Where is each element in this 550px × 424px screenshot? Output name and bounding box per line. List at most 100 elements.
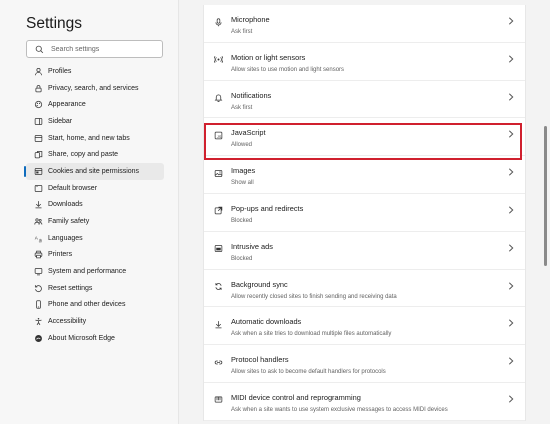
permission-row-motion-or-light-sensors[interactable]: Motion or light sensors Allow sites to us…	[204, 43, 525, 81]
sidebar-item-sidebar[interactable]: Sidebar	[26, 113, 164, 130]
sidebar-item-default-browser[interactable]: Default browser	[26, 180, 164, 197]
family-icon	[32, 216, 44, 228]
chevron-right-icon[interactable]	[507, 129, 515, 139]
chevron-right-icon[interactable]	[507, 205, 515, 215]
sidebar-item-cookies-and-site-permissions[interactable]: Cookies and site permissions	[24, 163, 164, 180]
sidebar-item-reset-settings[interactable]: Reset settings	[26, 280, 164, 297]
permission-title: Intrusive ads	[231, 241, 273, 251]
sidebar-item-appearance[interactable]: Appearance	[26, 96, 164, 113]
sync-icon	[212, 281, 224, 293]
javascript-icon: JS	[212, 129, 224, 141]
permission-row-automatic-downloads[interactable]: Automatic downloads Ask when a site tries…	[204, 307, 525, 346]
cookies-icon	[32, 165, 44, 177]
appearance-icon	[32, 99, 44, 111]
permission-title: Images	[231, 166, 256, 176]
sidebar-item-label: Appearance	[48, 101, 86, 109]
search-input[interactable]	[51, 45, 161, 53]
search-box[interactable]	[26, 40, 163, 58]
chevron-right-icon[interactable]	[507, 54, 515, 64]
permission-status: Ask when a site wants to use system excl…	[231, 406, 448, 413]
scrollbar-thumb[interactable]	[544, 126, 547, 266]
permission-title: Microphone	[231, 15, 270, 24]
browser-icon	[32, 182, 44, 194]
sidebar-item-label: Start, home, and new tabs	[48, 134, 130, 142]
permission-row-midi-device-control-and-reprogramming[interactable]: MIDI device control and reprogramming Ask…	[204, 383, 525, 421]
permission-status: Ask when a site tries to download multip…	[231, 331, 392, 338]
permission-status: Allow sites to ask to become default han…	[231, 369, 386, 376]
chevron-right-icon[interactable]	[507, 16, 515, 26]
chevron-right-icon[interactable]	[507, 318, 515, 328]
chevron-right-icon[interactable]	[507, 281, 515, 291]
permission-row-notifications[interactable]: Notifications Ask first	[204, 81, 525, 119]
sidebar-item-languages[interactable]: A あ Languages	[26, 230, 164, 247]
permission-row-intrusive-ads[interactable]: Intrusive ads Blocked	[204, 232, 525, 270]
permission-title: Notifications	[231, 90, 272, 100]
svg-text:A: A	[34, 235, 37, 240]
permission-status: Allow recently closed sites to finish se…	[231, 293, 397, 300]
sidebar-divider	[178, 0, 179, 424]
reset-icon	[32, 282, 44, 294]
permission-title: Protocol handlers	[231, 355, 289, 365]
permission-status: Allowed	[231, 142, 253, 149]
languages-icon: Aあ	[32, 232, 44, 244]
permission-row-images[interactable]: Images Show all	[204, 156, 525, 194]
svg-text:あ: あ	[38, 238, 42, 243]
chevron-right-icon[interactable]	[507, 92, 515, 102]
chevron-right-icon[interactable]	[507, 394, 515, 404]
sidebar-item-label: Accessibility	[48, 318, 87, 326]
search-icon	[33, 43, 45, 55]
sidebar-item-label: Family safety	[48, 218, 90, 226]
printer-icon	[32, 249, 44, 261]
sidebar-item-about-microsoft-edge[interactable]: About Microsoft Edge	[26, 330, 164, 347]
sidebar-item-accessibility[interactable]: Accessibility	[26, 313, 164, 330]
edge-icon	[32, 332, 44, 344]
sidebar-item-label: Reset settings	[48, 284, 93, 292]
chevron-right-icon[interactable]	[507, 356, 515, 366]
settings-sidebar: Settings Profiles Privacy, search, and se…	[0, 0, 178, 424]
permission-status: Ask first	[231, 29, 253, 35]
sidebar-item-label: System and performance	[48, 268, 127, 276]
permission-title: Pop-ups and redirects	[231, 203, 304, 213]
sidebar-item-label: Languages	[48, 234, 83, 242]
sidebar-item-system-and-performance[interactable]: System and performance	[26, 263, 164, 280]
permission-row-pop-ups-and-redirects[interactable]: Pop-ups and redirects Blocked	[204, 194, 525, 232]
link-icon	[212, 356, 224, 368]
sidebar-item-label: Downloads	[48, 201, 83, 209]
sidebar-item-label: Printers	[48, 251, 73, 259]
permission-title: Background sync	[231, 279, 288, 289]
sidebar-item-start-home-and-new-tabs[interactable]: Start, home, and new tabs	[26, 130, 164, 147]
sidebar-item-share-copy-and-paste[interactable]: Share, copy and paste	[26, 146, 164, 163]
permission-row-background-sync[interactable]: Background sync Allow recently closed sit…	[204, 270, 525, 308]
sidebar-item-label: Cookies and site permissions	[48, 167, 140, 175]
download-icon	[32, 199, 44, 211]
permission-status: Allow sites to use motion and light sens…	[231, 66, 345, 73]
scrollbar[interactable]	[541, 0, 550, 424]
sidebar-item-phone-and-other-devices[interactable]: Phone and other devices	[26, 297, 164, 314]
sidebar-item-printers[interactable]: Printers	[26, 247, 164, 264]
sidebar-item-profiles[interactable]: Profiles	[26, 63, 164, 80]
share-icon	[32, 149, 44, 161]
chevron-right-icon[interactable]	[507, 167, 515, 177]
accessibility-icon	[32, 316, 44, 328]
sidebar-item-privacy-search-and-services[interactable]: Privacy, search, and services	[26, 80, 164, 97]
permission-status: Show all	[231, 180, 254, 187]
lock-icon	[32, 82, 44, 94]
chevron-right-icon[interactable]	[507, 243, 515, 253]
permission-status: Blocked	[231, 255, 253, 262]
permissions-list: Microphone Ask first Motion or light senso…	[203, 0, 526, 424]
permission-title: Automatic downloads	[231, 317, 302, 327]
svg-text:JS: JS	[217, 135, 222, 139]
home-icon	[32, 132, 44, 144]
sidebar-item-family-safety[interactable]: Family safety	[26, 213, 164, 230]
sidebar-item-downloads[interactable]: Downloads	[26, 197, 164, 214]
sidebar-item-label: Privacy, search, and services	[48, 84, 139, 92]
sidebar-item-label: Share, copy and paste	[48, 151, 119, 159]
page-title: Settings	[26, 15, 83, 32]
permission-row-protocol-handlers[interactable]: Protocol handlers Allow sites to ask to b…	[204, 345, 525, 383]
sensor-icon	[212, 54, 224, 66]
permission-row-javascript[interactable]: JS JavaScript Allowed	[204, 118, 525, 157]
sidebar-item-label: About Microsoft Edge	[48, 334, 115, 342]
permissions-card: Microphone Ask first Motion or light senso…	[203, 5, 526, 421]
sidebar-nav: Profiles Privacy, search, and services App…	[24, 63, 164, 347]
permission-row-microphone[interactable]: Microphone Ask first	[204, 5, 525, 43]
